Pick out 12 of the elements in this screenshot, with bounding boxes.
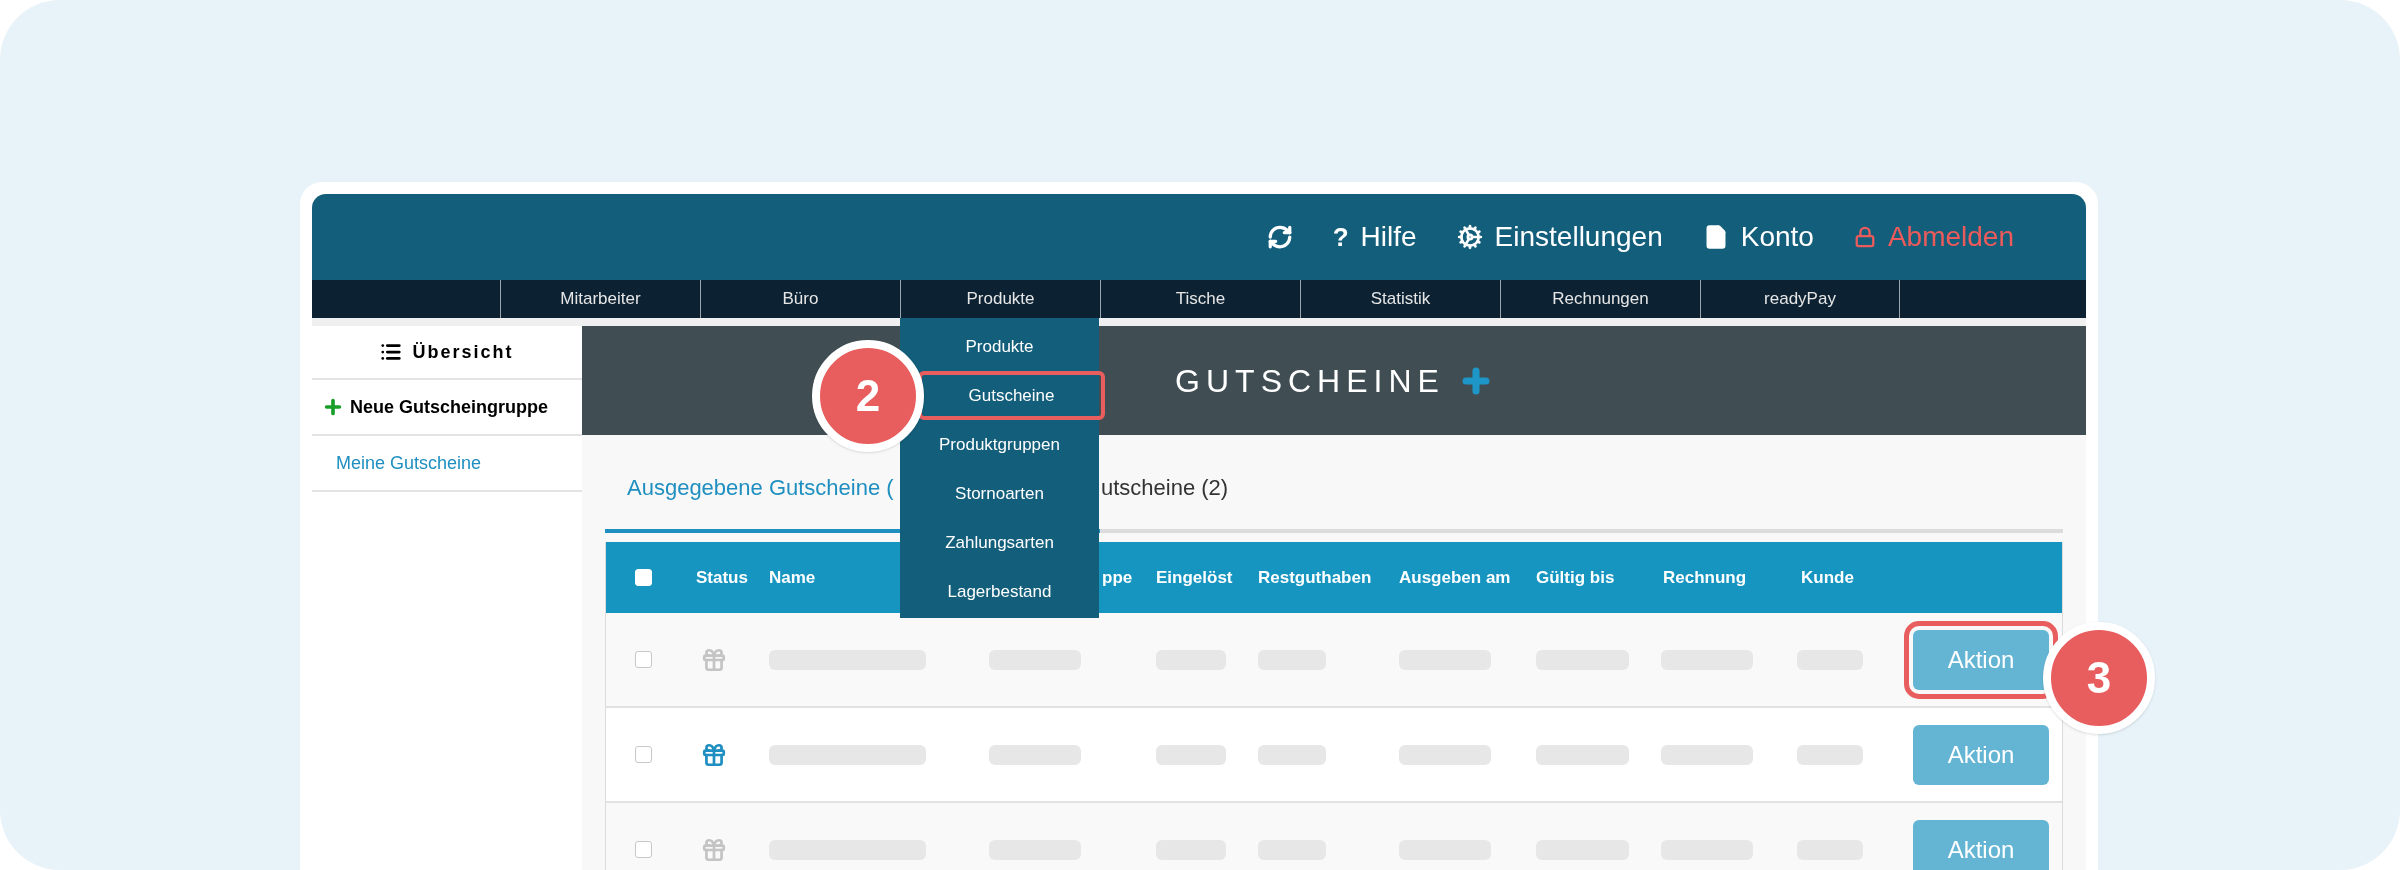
column-header: Gültig bis — [1536, 567, 1615, 587]
step-number-marker: 3 — [2043, 621, 2155, 734]
column-header: Status — [696, 567, 748, 587]
help-icon: ? — [1332, 224, 1349, 250]
column-header: Name — [769, 567, 816, 587]
column-header: Kunde — [1801, 567, 1854, 587]
column-header: Eingelöst — [1156, 567, 1233, 587]
column-header: Ausgeben am — [1399, 567, 1511, 587]
column-header: Rechnung — [1663, 567, 1747, 587]
page-title: GUTSCHEINE — [1175, 361, 1445, 401]
column-header: ppe — [1102, 567, 1133, 587]
column-header: Restguthaben — [1258, 567, 1372, 587]
